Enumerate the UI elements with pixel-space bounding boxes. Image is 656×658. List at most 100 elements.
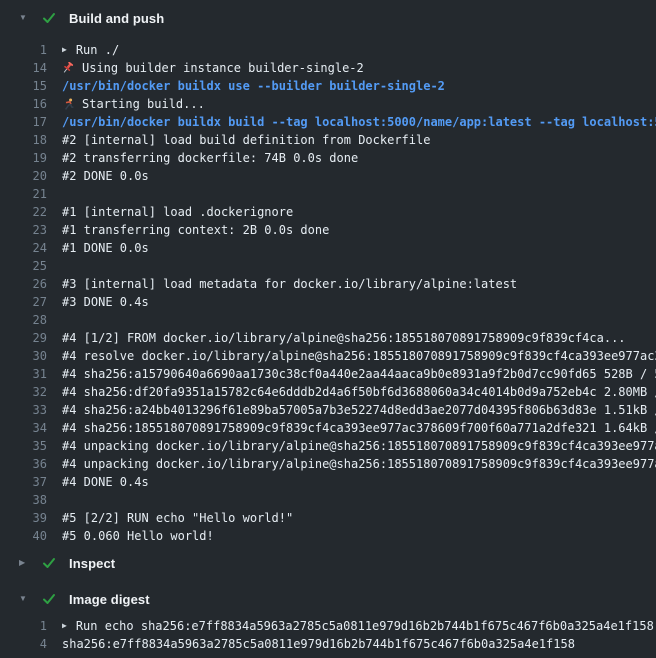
line-number[interactable]: 23 — [0, 221, 47, 239]
log-line: 38 — [0, 491, 656, 509]
line-text: Using builder instance builder-single-2 — [82, 59, 364, 77]
line-number[interactable]: 25 — [0, 257, 47, 275]
section-header-build-and-push[interactable]: ▼ Build and push — [0, 0, 656, 36]
section-header-inspect[interactable]: ▶Inspect — [0, 545, 656, 581]
line-content: #3 DONE 0.4s — [62, 293, 149, 311]
line-number[interactable]: 40 — [0, 527, 47, 545]
line-number[interactable]: 33 — [0, 401, 47, 419]
section-header-image-digest[interactable]: ▼ Image digest — [0, 581, 656, 617]
line-text: #4 resolve docker.io/library/alpine@sha2… — [62, 347, 656, 365]
line-number[interactable]: 17 — [0, 113, 47, 131]
log-line: 31 #4 sha256:a15790640a6690aa1730c38cf0a4… — [0, 365, 656, 383]
line-content: ▶ Run echo sha256:e7ff8834a5963a2785c5a08… — [62, 617, 654, 635]
line-text: #4 unpacking docker.io/library/alpine@sh… — [62, 437, 656, 455]
log-line: 28 — [0, 311, 656, 329]
pushpin-icon — [62, 62, 75, 75]
log-line: 25 — [0, 257, 656, 275]
line-text: Run echo sha256:e7ff8834a5963a2785c5a081… — [76, 617, 654, 635]
log-line: 1 ▶ Run ./ — [0, 41, 656, 59]
line-number[interactable]: 1 — [0, 617, 47, 635]
line-number[interactable]: 29 — [0, 329, 47, 347]
line-number[interactable]: 30 — [0, 347, 47, 365]
line-text: #4 [1/2] FROM docker.io/library/alpine@s… — [62, 329, 626, 347]
line-content: Using builder instance builder-single-2 — [62, 59, 364, 77]
expand-step-icon[interactable]: ▶ — [62, 46, 67, 54]
section-body-build-and-push: 1 ▶ Run ./ 14 Using builder instance builder… — [0, 36, 656, 545]
line-content: #4 sha256:df20fa9351a15782c64e6dddb2d4a6… — [62, 383, 656, 401]
log-line: 26 #3 [internal] load metadata for docker… — [0, 275, 656, 293]
line-text: #4 sha256:df20fa9351a15782c64e6dddb2d4a6… — [62, 383, 656, 401]
line-content: /usr/bin/docker buildx build --tag local… — [62, 113, 656, 131]
line-number[interactable]: 34 — [0, 419, 47, 437]
log-line: 20 #2 DONE 0.0s — [0, 167, 656, 185]
line-content: #4 unpacking docker.io/library/alpine@sh… — [62, 455, 656, 473]
log-line: 34#4 sha256:185518070891758909c9f839cf4c… — [0, 419, 656, 437]
line-text: #2 DONE 0.0s — [62, 167, 149, 185]
runner-icon — [62, 98, 75, 111]
line-number[interactable]: 20 — [0, 167, 47, 185]
log-line: 23 #1 transferring context: 2B 0.0s done — [0, 221, 656, 239]
line-text: #4 sha256:a15790640a6690aa1730c38cf0a440… — [62, 365, 656, 383]
line-content: #1 transferring context: 2B 0.0s done — [62, 221, 329, 239]
chevron-down-icon[interactable]: ▼ — [19, 595, 32, 603]
log-line: 17/usr/bin/docker buildx build --tag loc… — [0, 113, 656, 131]
line-content: #4 [1/2] FROM docker.io/library/alpine@s… — [62, 329, 626, 347]
log-line: 39 #5 [2/2] RUN echo "Hello world!" — [0, 509, 656, 527]
line-number[interactable]: 27 — [0, 293, 47, 311]
line-number[interactable]: 18 — [0, 131, 47, 149]
line-number[interactable]: 37 — [0, 473, 47, 491]
line-number[interactable]: 35 — [0, 437, 47, 455]
line-text: #3 [internal] load metadata for docker.i… — [62, 275, 517, 293]
line-number[interactable]: 21 — [0, 185, 47, 203]
line-number[interactable]: 36 — [0, 455, 47, 473]
line-content: #5 0.060 Hello world! — [62, 527, 214, 545]
line-number[interactable]: 19 — [0, 149, 47, 167]
line-number[interactable]: 16 — [0, 95, 47, 113]
chevron-down-icon[interactable]: ▼ — [19, 14, 32, 22]
line-text: /usr/bin/docker buildx use --builder bui… — [62, 77, 445, 95]
section-body-image-digest: 1 ▶ Run echo sha256:e7ff8834a5963a2785c5a0… — [0, 617, 656, 653]
log-line: 35 #4 unpacking docker.io/library/alpine@… — [0, 437, 656, 455]
workflow-log-viewer: ▼Build and push1▶Run ./14Using builder i… — [0, 0, 656, 658]
line-number[interactable]: 31 — [0, 365, 47, 383]
section-title: Build and push — [69, 11, 164, 26]
line-content: #2 [internal] load build definition from… — [62, 131, 430, 149]
line-content: /usr/bin/docker buildx use --builder bui… — [62, 77, 445, 95]
line-content: #2 transferring dockerfile: 74B 0.0s don… — [62, 149, 358, 167]
log-line: 14 Using builder instance builder-single-… — [0, 59, 656, 77]
log-line: 19 #2 transferring dockerfile: 74B 0.0s d… — [0, 149, 656, 167]
line-number[interactable]: 22 — [0, 203, 47, 221]
line-number[interactable]: 15 — [0, 77, 47, 95]
line-text: #5 [2/2] RUN echo "Hello world!" — [62, 509, 293, 527]
log-line: 21 — [0, 185, 656, 203]
log-section-build-and-push: ▼ Build and push 1 ▶ Run ./ 14 Using builder i… — [0, 0, 656, 545]
line-content: #4 sha256:a24bb4013296f61e89ba57005a7b3e… — [62, 401, 656, 419]
log-section-inspect: ▶Inspect — [0, 545, 656, 581]
log-line: 33 #4 sha256:a24bb4013296f61e89ba57005a7b… — [0, 401, 656, 419]
line-number[interactable]: 1 — [0, 41, 47, 59]
log-line: 16 Starting build... — [0, 95, 656, 113]
line-text: Starting build... — [82, 95, 205, 113]
log-line: 15/usr/bin/docker buildx use --builder b… — [0, 77, 656, 95]
chevron-right-icon[interactable]: ▶ — [19, 559, 32, 567]
expand-step-icon[interactable]: ▶ — [62, 622, 67, 630]
success-check-icon — [42, 592, 56, 606]
line-number[interactable]: 26 — [0, 275, 47, 293]
section-title: Image digest — [69, 592, 150, 607]
line-number[interactable]: 32 — [0, 383, 47, 401]
line-content: #2 DONE 0.0s — [62, 167, 149, 185]
line-content: #1 DONE 0.0s — [62, 239, 149, 257]
log-line: 40 #5 0.060 Hello world! — [0, 527, 656, 545]
success-check-icon — [42, 556, 56, 570]
line-text: Run ./ — [76, 41, 119, 59]
line-number[interactable]: 28 — [0, 311, 47, 329]
line-number[interactable]: 39 — [0, 509, 47, 527]
line-content: #4 resolve docker.io/library/alpine@sha2… — [62, 347, 656, 365]
line-text: sha256:e7ff8834a5963a2785c5a0811e979d16b… — [62, 635, 575, 653]
log-line: 4 sha256:e7ff8834a5963a2785c5a0811e979d16… — [0, 635, 656, 653]
log-line: 29 #4 [1/2] FROM docker.io/library/alpine… — [0, 329, 656, 347]
line-number[interactable]: 4 — [0, 635, 47, 653]
line-number[interactable]: 24 — [0, 239, 47, 257]
line-number[interactable]: 38 — [0, 491, 47, 509]
line-number[interactable]: 14 — [0, 59, 47, 77]
